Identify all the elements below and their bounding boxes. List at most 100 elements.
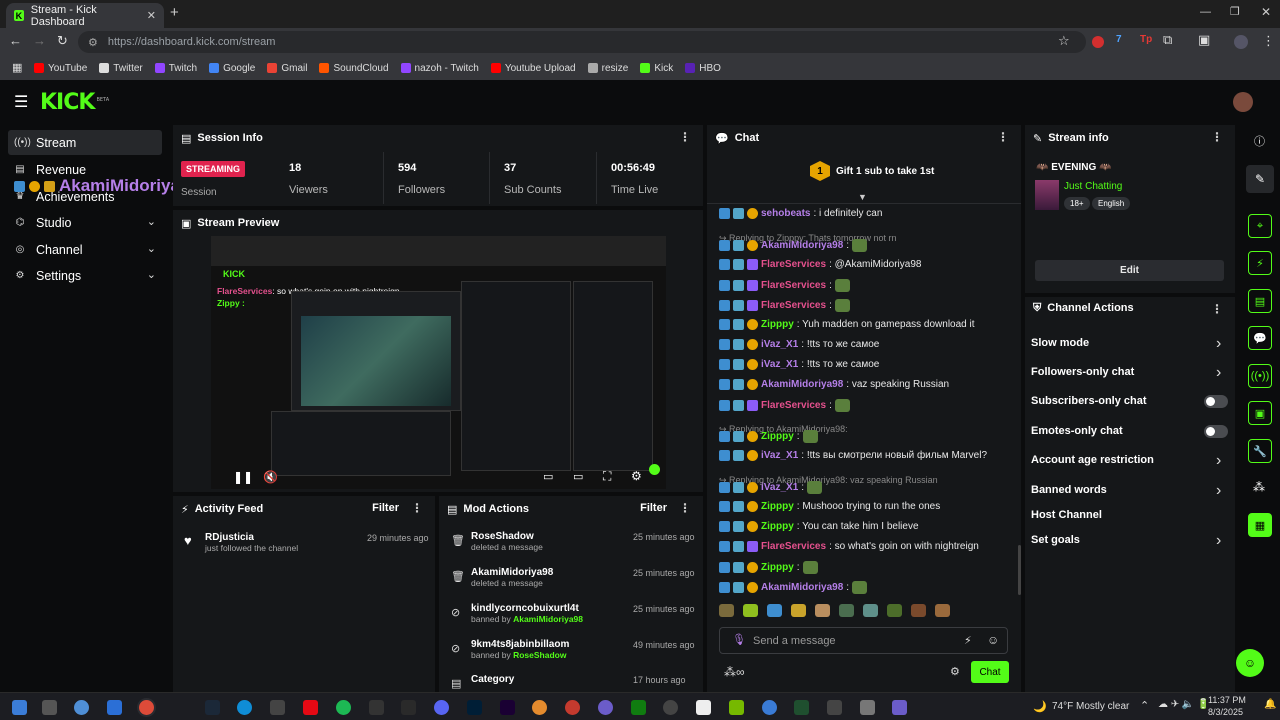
bookmark-item[interactable]: Youtube Upload: [490, 63, 576, 74]
steam-icon[interactable]: [205, 700, 220, 715]
info-icon[interactable]: ⓘ: [1254, 133, 1265, 149]
emote-icon[interactable]: [791, 604, 806, 617]
profile-avatar-icon[interactable]: [1234, 35, 1248, 49]
sidebar-item-studio[interactable]: ⌬ Studio ⌄: [8, 210, 162, 235]
mod-action-user[interactable]: Category: [471, 674, 514, 685]
chevron-right-icon[interactable]: ›: [1216, 482, 1221, 500]
mod-action-user[interactable]: RoseShadow: [471, 531, 543, 542]
bookmark-item[interactable]: resize: [587, 63, 628, 74]
chrome-icon[interactable]: [139, 700, 154, 715]
more-options-icon[interactable]: ⋮: [1211, 130, 1223, 144]
chevron-down-icon[interactable]: ⌄: [147, 215, 156, 228]
toggle-switch[interactable]: [1204, 395, 1228, 408]
more-options-icon[interactable]: ⋮: [679, 501, 691, 515]
clipboard-icon[interactable]: ▤: [1248, 289, 1272, 313]
app-icon[interactable]: [369, 700, 384, 715]
tag-badge[interactable]: 18+: [1064, 197, 1090, 210]
nvidia-icon[interactable]: [729, 700, 744, 715]
fullscreen-icon[interactable]: ⛶: [603, 469, 611, 484]
minimize-icon[interactable]: —: [1200, 6, 1211, 18]
chat-username[interactable]: AkamiMidoriya98: [761, 582, 843, 593]
app-icon[interactable]: [598, 700, 613, 715]
close-window-icon[interactable]: ✕: [1261, 5, 1271, 19]
tag-badge[interactable]: English: [1092, 197, 1131, 210]
app-icon[interactable]: [696, 700, 711, 715]
extensions-puzzle-icon[interactable]: ⧉: [1163, 32, 1172, 48]
tray-icons[interactable]: ☁ ✈ 🔈 🔋: [1158, 699, 1210, 710]
app-icon[interactable]: [794, 700, 809, 715]
target-icon[interactable]: ⌖: [1248, 214, 1272, 238]
settings-gear-icon[interactable]: ⚙: [631, 469, 642, 483]
bookmark-item[interactable]: nazoh - Twitch: [400, 63, 479, 74]
sidebar-item-stream[interactable]: ((•)) Stream: [8, 130, 162, 155]
xbox-icon[interactable]: [631, 700, 646, 715]
sidebar-item-settings[interactable]: ⚙ Settings ⌄: [8, 263, 162, 288]
send-chat-button[interactable]: Chat: [971, 661, 1009, 683]
activity-user[interactable]: RDjusticia: [205, 532, 298, 543]
mod-action-by[interactable]: AkamiMidoriya98: [513, 614, 583, 624]
user-avatar[interactable]: [1233, 92, 1253, 112]
chat-username[interactable]: FlareServices: [761, 259, 826, 270]
mod-action-user[interactable]: 9km4ts8jabinbillaom: [471, 639, 569, 650]
points-icon[interactable]: ⁂∞: [724, 665, 745, 679]
broadcast-tool-icon[interactable]: ((•)): [1248, 364, 1272, 388]
chat-username[interactable]: FlareServices: [761, 400, 826, 411]
back-icon[interactable]: ←: [9, 33, 22, 48]
dots-tool-icon[interactable]: ⁂: [1253, 480, 1265, 494]
emote-icon[interactable]: [935, 604, 950, 617]
bookmark-item[interactable]: Google: [209, 63, 255, 74]
media-tool-icon[interactable]: ▣: [1248, 401, 1272, 425]
spotify-icon[interactable]: [336, 700, 351, 715]
channel-action-subscribers-only-chat[interactable]: Subscribers-only chat: [1031, 395, 1147, 407]
clock-time[interactable]: 11:37 PM: [1208, 695, 1246, 705]
mod-action-user[interactable]: AkamiMidoriya98: [471, 567, 553, 578]
new-tab-icon[interactable]: +: [170, 4, 179, 21]
chevron-right-icon[interactable]: ›: [1216, 335, 1221, 353]
weather-desc[interactable]: Mostly clear: [1076, 701, 1129, 712]
chat-settings-gear-icon[interactable]: ⚙: [950, 665, 960, 678]
emote-icon[interactable]: [839, 604, 854, 617]
kick-logo[interactable]: KICK BETA: [40, 90, 109, 115]
channel-action-emotes-only-chat[interactable]: Emotes-only chat: [1031, 425, 1123, 437]
emote-icon[interactable]: [911, 604, 926, 617]
support-chat-icon[interactable]: ☺: [1236, 649, 1264, 677]
chat-username[interactable]: FlareServices: [761, 300, 826, 311]
photoshop-icon[interactable]: [467, 700, 482, 715]
mod-filter-button[interactable]: Filter: [640, 502, 667, 514]
more-options-icon[interactable]: ⋮: [679, 130, 691, 144]
task-view-icon[interactable]: [42, 700, 57, 715]
stream-video[interactable]: KICK FlareServices: so what's goin on wi…: [211, 236, 666, 489]
chat-username[interactable]: Zipppy: [761, 562, 794, 573]
clapper-icon[interactable]: ▦: [1248, 513, 1272, 537]
chevron-right-icon[interactable]: ›: [1216, 532, 1221, 550]
theater-icon[interactable]: ▭: [573, 470, 583, 483]
sidebar-item-channel[interactable]: ◎ Channel ⌄: [8, 237, 162, 262]
channel-action-account-age-restriction[interactable]: Account age restriction: [1031, 454, 1154, 466]
bookmark-item[interactable]: HBO: [685, 63, 721, 74]
mod-action-by[interactable]: RoseShadow: [513, 650, 566, 660]
chat-username[interactable]: iVaz_X1: [761, 482, 798, 493]
category-link[interactable]: Just Chatting: [1064, 181, 1122, 192]
toggle-switch[interactable]: [1204, 425, 1228, 438]
chat-username[interactable]: iVaz_X1: [761, 359, 798, 370]
edge-icon[interactable]: [237, 700, 252, 715]
browser-menu-icon[interactable]: ⋮: [1262, 33, 1275, 49]
chat-username[interactable]: AkamiMidoriya98: [761, 240, 843, 251]
weather-temp[interactable]: 74°F: [1052, 701, 1073, 712]
bookmark-item[interactable]: Twitter: [99, 63, 143, 74]
app-icon[interactable]: [860, 700, 875, 715]
gift-sub-button[interactable]: Gift 1 sub to take 1st: [836, 166, 934, 177]
mic-icon[interactable]: 🎙: [732, 633, 746, 646]
copilot-icon[interactable]: [74, 700, 89, 715]
discord-icon[interactable]: [434, 700, 449, 715]
chat-username[interactable]: AkamiMidoriya98: [761, 379, 843, 390]
emote-icon[interactable]: [767, 604, 782, 617]
windows-start-icon[interactable]: [12, 700, 27, 715]
more-options-icon[interactable]: ⋮: [1211, 302, 1223, 316]
chat-username[interactable]: FlareServices: [761, 280, 826, 291]
restore-icon[interactable]: ❐: [1230, 5, 1240, 18]
clock-date[interactable]: 8/3/2025: [1208, 707, 1243, 717]
emote-icon[interactable]: [743, 604, 758, 617]
emote-icon[interactable]: [719, 604, 734, 617]
chat-scrollbar[interactable]: [1018, 545, 1021, 595]
